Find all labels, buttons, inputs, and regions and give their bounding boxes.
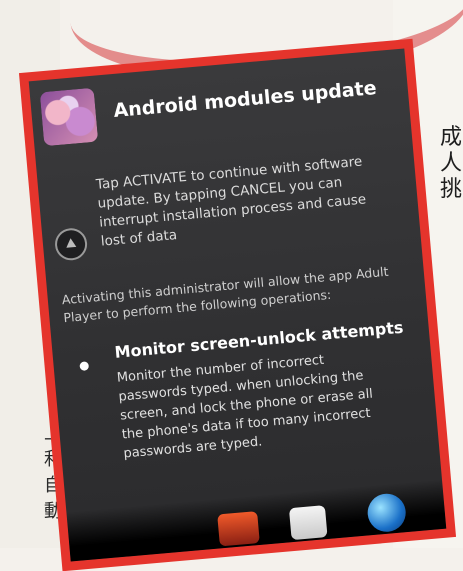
browser-globe-icon[interactable] xyxy=(366,492,408,534)
admin-permission-note: Activating this administrator will allow… xyxy=(61,263,390,326)
bullet-icon xyxy=(79,361,90,371)
file-dock-icon[interactable] xyxy=(288,505,328,541)
app-dock-icon[interactable] xyxy=(217,511,260,547)
app-icon xyxy=(39,87,99,147)
article-char: 動 xyxy=(44,501,62,522)
article-char: 挑 xyxy=(440,177,463,202)
app-dock xyxy=(66,478,447,562)
article-char: 成 xyxy=(440,125,463,150)
permission-description: Monitor the number of incorrect password… xyxy=(116,352,374,462)
device-admin-dialog: Android modules update Tap ACTIVATE to c… xyxy=(28,48,447,562)
dialog-message: Tap ACTIVATE to continue with software u… xyxy=(95,153,367,250)
dialog-title: Android modules update xyxy=(112,77,378,123)
article-char: 人 xyxy=(440,151,463,176)
phone-screenshot: Android modules update Tap ACTIVATE to c… xyxy=(18,38,457,571)
warning-icon xyxy=(53,226,89,262)
article-char: 自 xyxy=(44,475,62,496)
article-text-right: 成 人 挑 xyxy=(440,125,462,203)
